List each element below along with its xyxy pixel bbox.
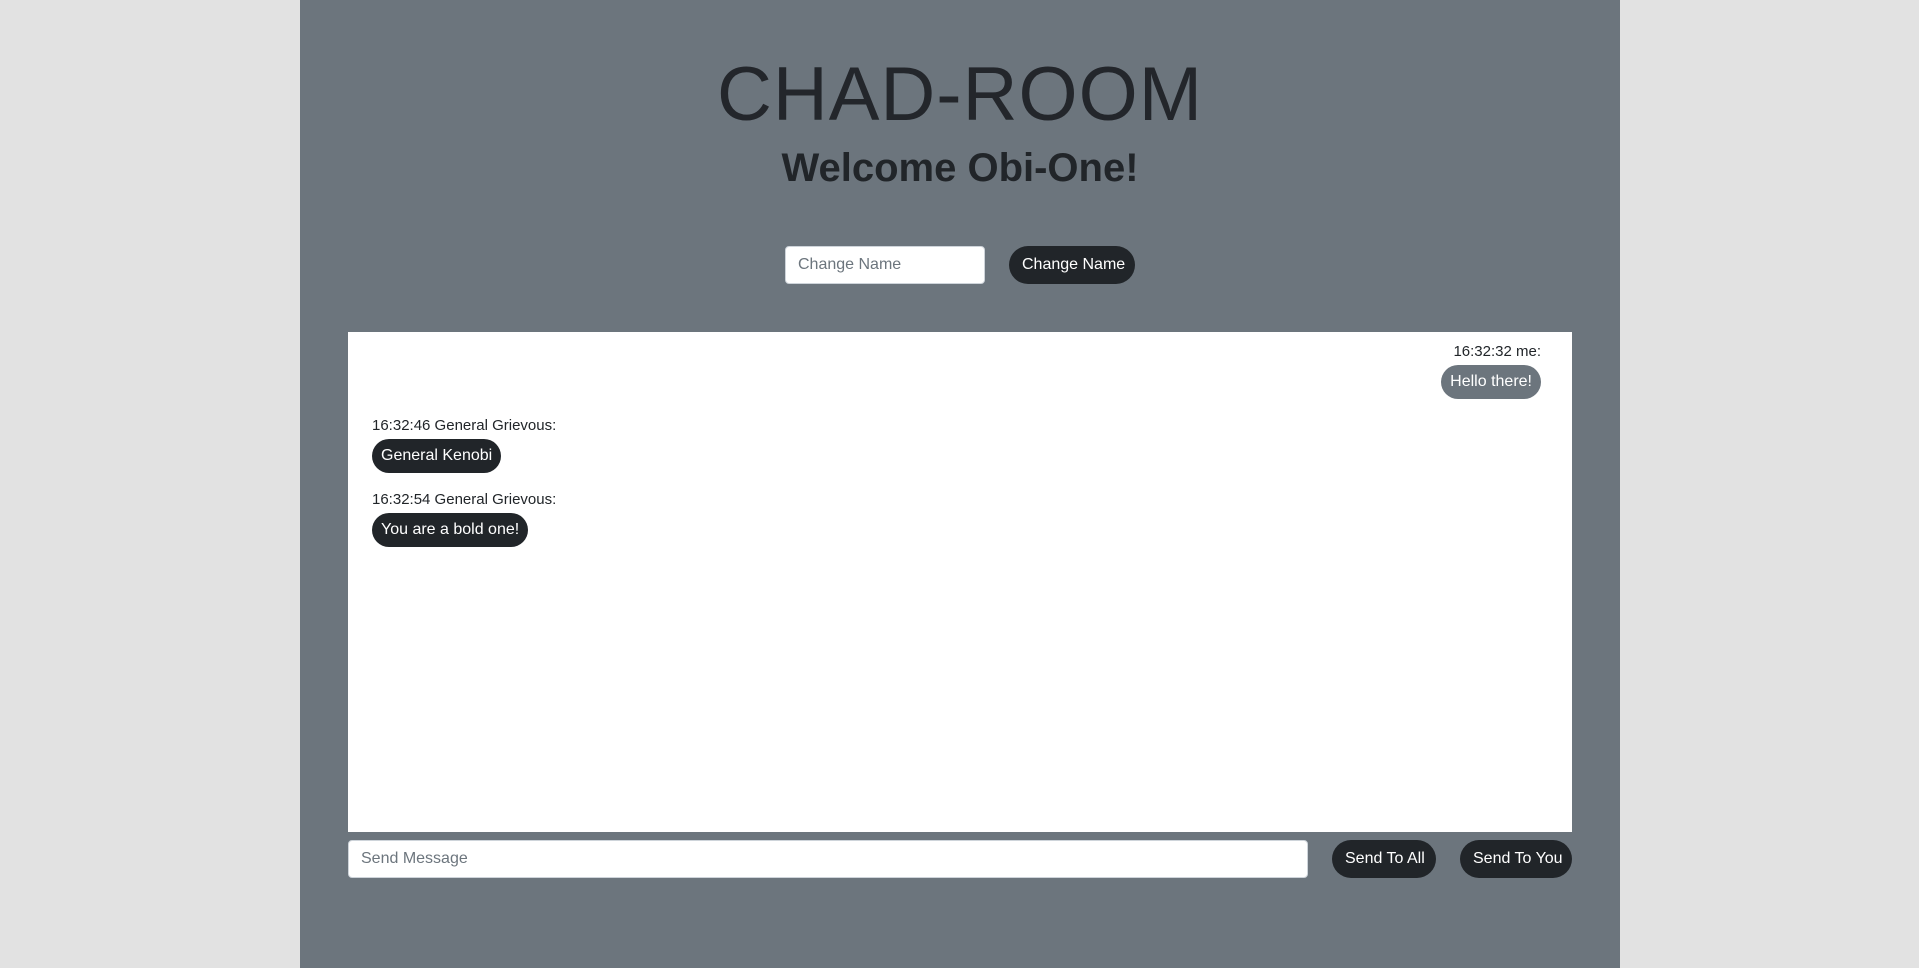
message-bubble: Hello there!	[1441, 365, 1541, 399]
send-message-input[interactable]	[348, 840, 1308, 878]
message-meta: 16:32:32 me:	[1453, 343, 1541, 360]
send-to-all-button[interactable]: Send To All	[1332, 840, 1436, 878]
message-meta: 16:32:46 General Grievous:	[372, 417, 557, 434]
welcome-heading: Welcome Obi-One!	[781, 146, 1139, 190]
chat-message-received: 16:32:54 General Grievous: You are a bol…	[372, 490, 556, 547]
change-name-button[interactable]: Change Name	[1009, 246, 1135, 284]
message-bubble: You are a bold one!	[372, 513, 529, 547]
message-meta: 16:32:54 General Grievous:	[372, 491, 557, 508]
chat-message-sent: 16:32:32 me: Hello there!	[1441, 342, 1541, 399]
send-to-you-button[interactable]: Send To You	[1460, 840, 1572, 878]
message-bubble: General Kenobi	[372, 439, 502, 473]
app-title: CHAD-ROOM	[716, 52, 1204, 137]
change-name-input[interactable]	[785, 246, 985, 284]
chat-message-received: 16:32:46 General Grievous: General Kenob…	[372, 416, 556, 473]
chat-messages-panel[interactable]: 16:32:32 me: Hello there! 16:32:46 Gener…	[348, 332, 1572, 832]
chat-page: CHAD-ROOM Welcome Obi-One! Change Name 1…	[300, 0, 1620, 968]
